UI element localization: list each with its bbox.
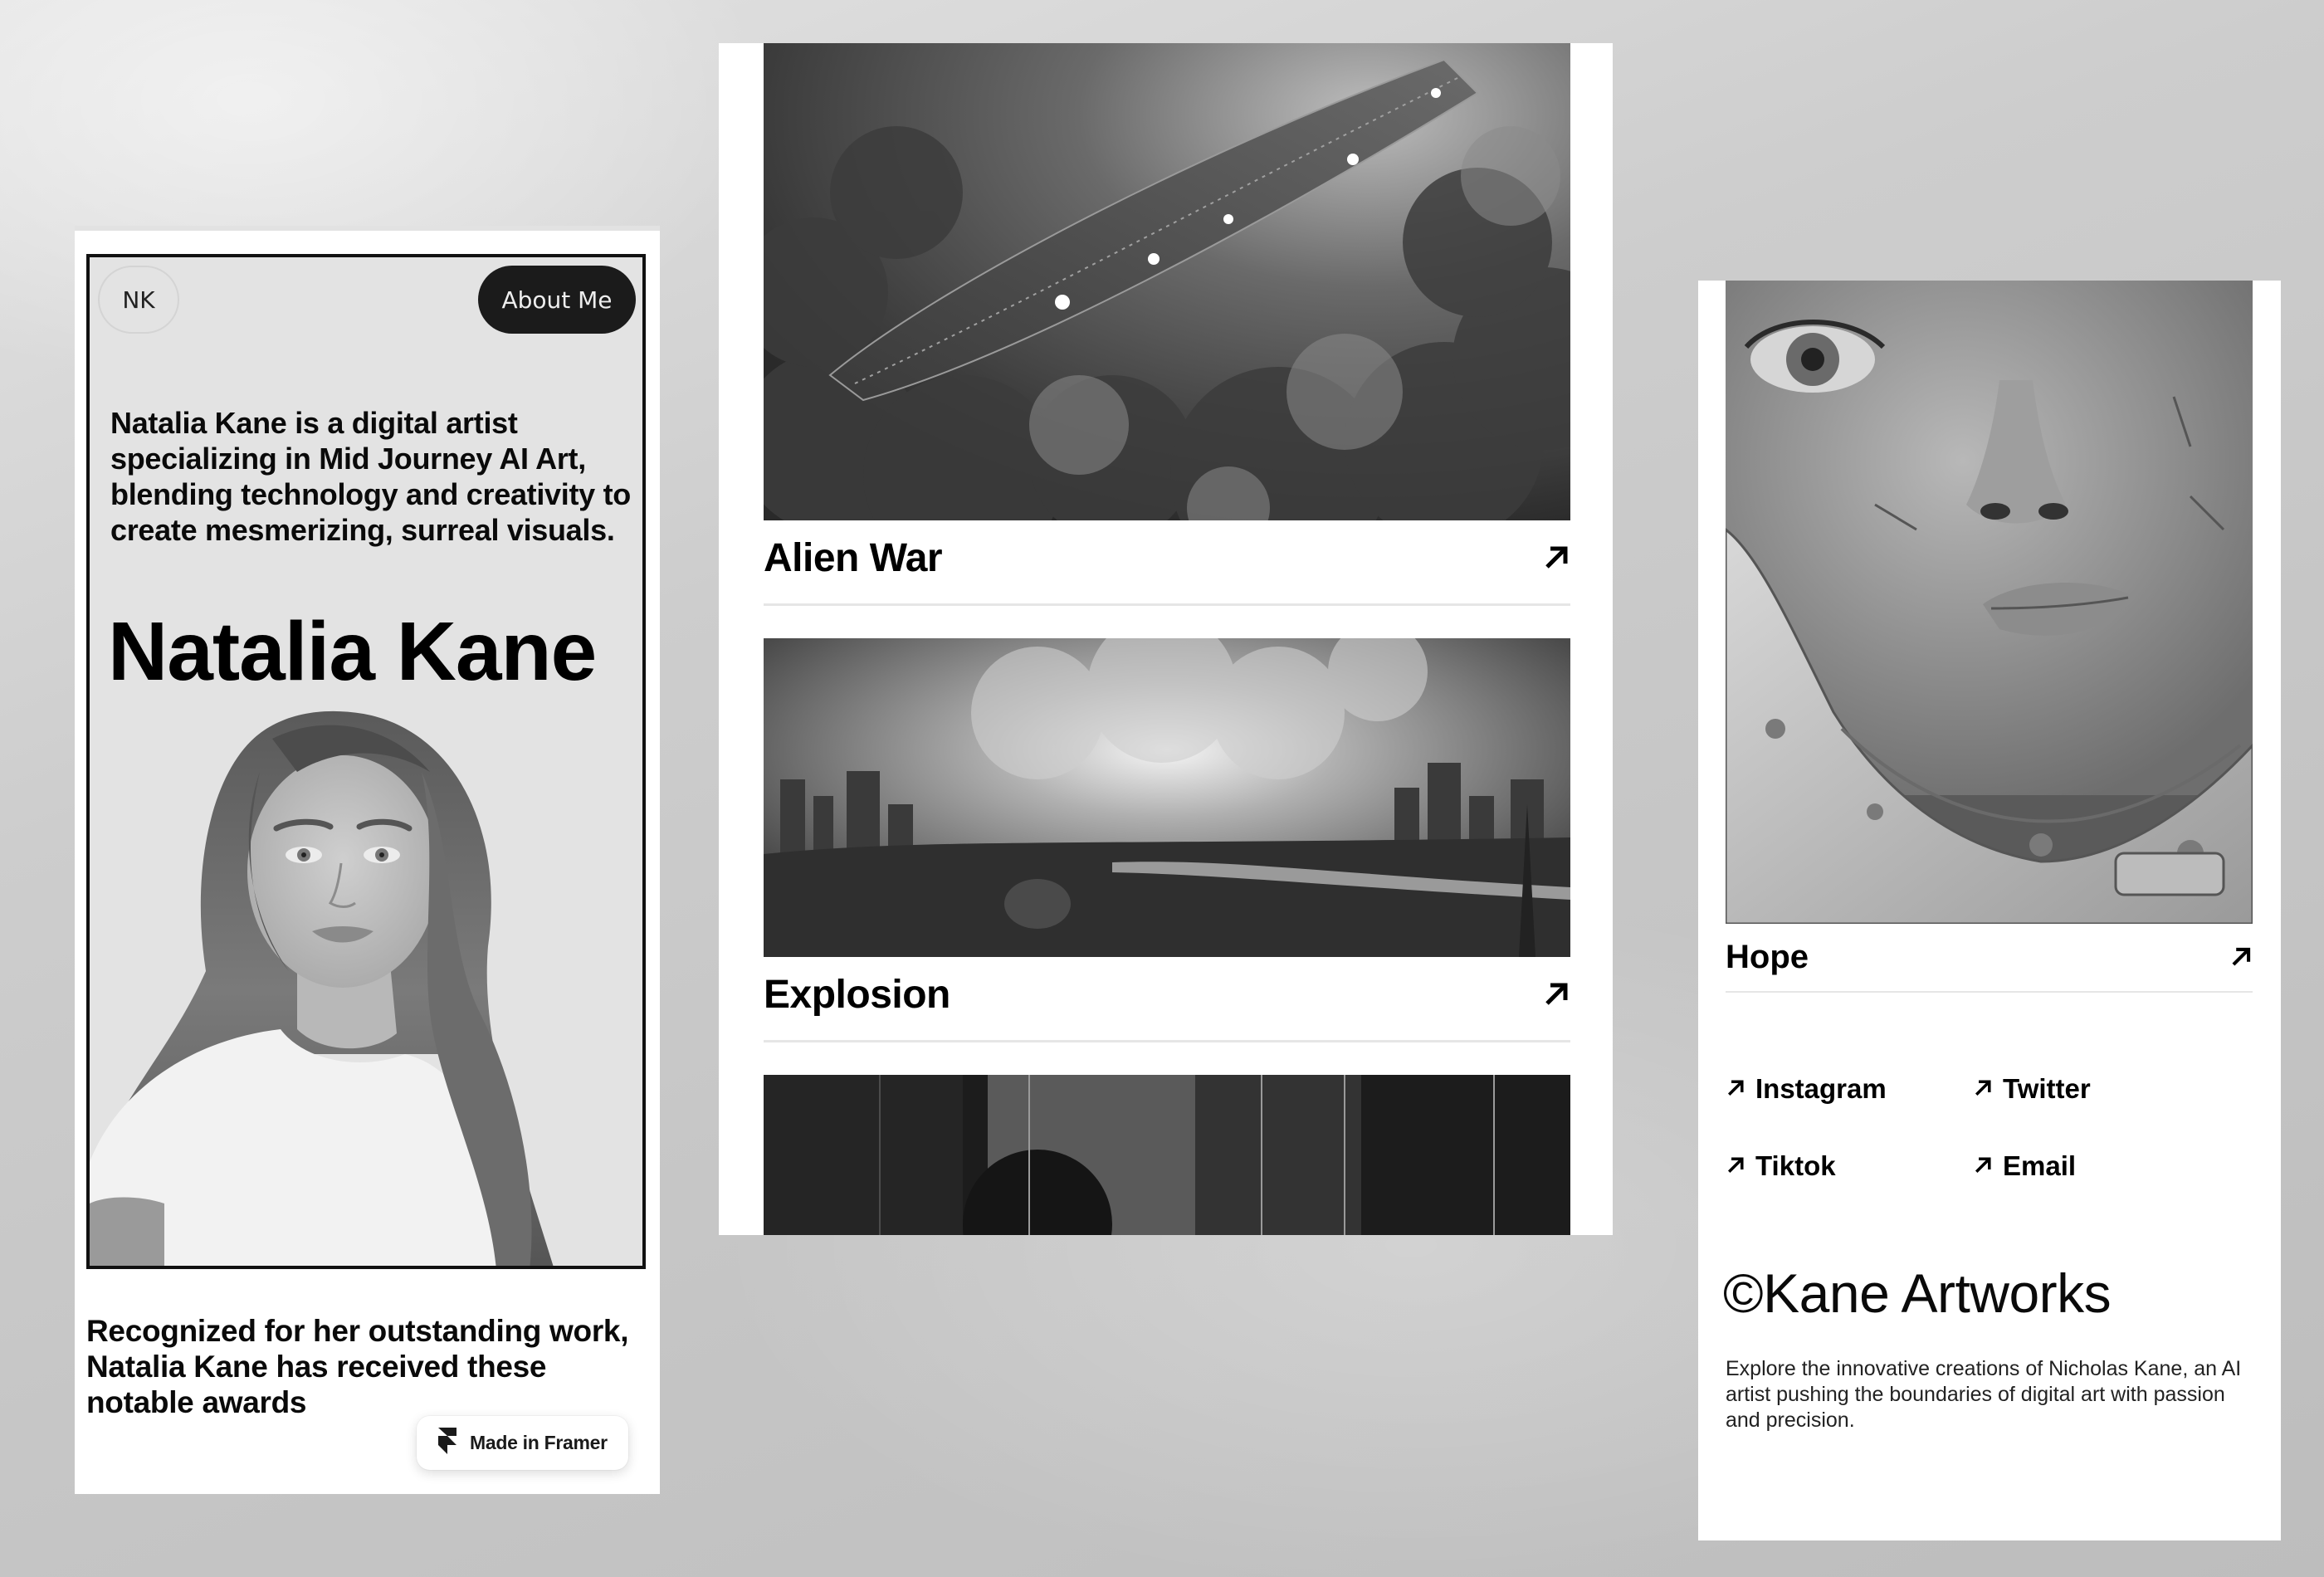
work-divider [1726,991,2253,993]
work-image-dark-abstract[interactable] [764,1075,1570,1235]
logo-initials-button[interactable]: NK [98,266,179,334]
arrow-up-right-icon [1973,1150,1993,1182]
work-title: Hope [1726,938,1809,975]
arrow-up-right-icon [1973,1073,1993,1105]
alien-war-artwork [764,43,1570,520]
social-link-instagram[interactable]: Instagram [1726,1069,1973,1109]
hero-title: Natalia Kane [108,605,597,698]
social-link-tiktok[interactable]: Tiktok [1726,1146,1973,1186]
social-link-label: Email [2003,1150,2077,1181]
work-image-alien-war[interactable] [764,43,1570,520]
profile-page-panel: NK About Me Natalia Kane is a digital ar… [75,226,660,1494]
hero-section: NK About Me Natalia Kane is a digital ar… [86,254,646,1269]
work-title: Explosion [764,972,950,1017]
social-link-label: Instagram [1755,1073,1887,1104]
arrow-up-right-icon [1726,1150,1745,1182]
work-card-dark-abstract[interactable] [764,1075,1570,1235]
brand-copyright: ©Kane Artworks [1723,1262,2112,1324]
arrow-up-right-icon[interactable] [1542,544,1570,572]
work-row-alien-war[interactable]: Alien War [764,533,1570,583]
about-me-button[interactable]: About Me [478,266,636,334]
arrow-up-right-icon[interactable] [1542,980,1570,1008]
made-in-framer-label: Made in Framer [470,1432,608,1453]
work-image-hope[interactable] [1726,281,2253,924]
footer-description: Explore the innovative creations of Nich… [1726,1357,2242,1432]
arrow-up-right-icon [1726,1073,1745,1105]
work-divider [764,1040,1570,1042]
works-gallery-panel: Alien War Explosion [719,43,1613,1235]
artist-portrait [90,697,642,1266]
social-link-twitter[interactable]: Twitter [1973,1069,2220,1109]
artist-bio: Natalia Kane is a digital artist special… [110,406,631,547]
arrow-up-right-icon[interactable] [2229,945,2253,969]
social-links: Instagram Twitter Tiktok Email [1726,1069,2224,1186]
framer-logo-icon [438,1428,456,1458]
portrait-illustration [90,697,642,1266]
social-link-email[interactable]: Email [1973,1146,2220,1186]
social-link-label: Tiktok [1755,1150,1836,1181]
work-divider [764,603,1570,606]
work-image-explosion[interactable] [764,638,1570,957]
explosion-artwork [764,638,1570,957]
work-card-alien-war[interactable]: Alien War [764,43,1570,608]
awards-intro: Recognized for her outstanding work, Nat… [86,1314,629,1419]
hope-artwork [1726,281,2253,924]
made-in-framer-badge[interactable]: Made in Framer [417,1416,628,1470]
work-detail-footer-panel: Hope Instagram Twitter Tiktok Email ©Kan… [1698,281,2281,1540]
work-row-hope[interactable]: Hope [1726,932,2253,982]
social-link-label: Twitter [2003,1073,2091,1104]
work-title: Alien War [764,535,943,580]
work-row-explosion[interactable]: Explosion [764,969,1570,1019]
dark-abstract-artwork [764,1075,1570,1235]
work-card-explosion[interactable]: Explosion [764,638,1570,1045]
